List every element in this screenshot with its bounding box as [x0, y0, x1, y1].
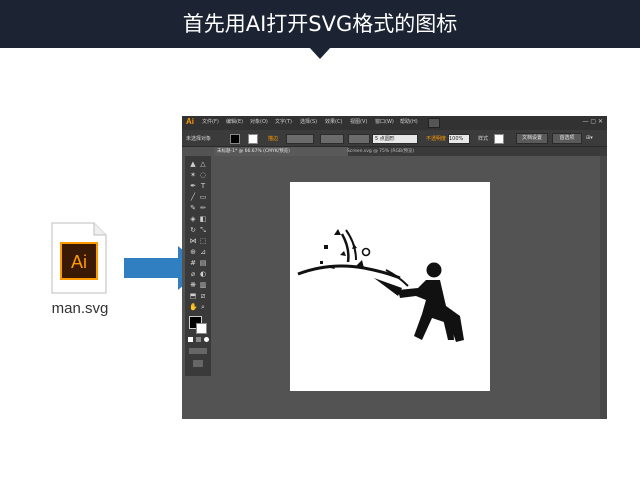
direct-selection-tool-icon[interactable]: △ — [199, 160, 207, 168]
party-popper-man-icon — [297, 229, 464, 342]
gradient-tool-icon[interactable]: ▤ — [199, 259, 207, 267]
window-controls-icon[interactable]: — ▢ ✕ — [582, 118, 603, 125]
menu-bar: Ai 文件(F) 编辑(E) 对象(O) 文字(T) 选择(S) 效果(C) 视… — [182, 116, 607, 130]
menu-select[interactable]: 选择(S) — [300, 118, 317, 125]
gradient-mode-icon[interactable] — [196, 337, 201, 342]
title-banner: 首先用AI打开SVG格式的图标 — [0, 0, 640, 48]
menu-object[interactable]: 对象(O) — [250, 118, 268, 125]
stroke-label[interactable]: 描边 — [268, 135, 278, 142]
hand-tool-icon[interactable]: ✋ — [189, 303, 198, 311]
stroke-swatch[interactable] — [248, 134, 258, 144]
graph-tool-icon[interactable]: ▥ — [199, 281, 207, 289]
paintbrush-tool-icon[interactable]: ✎ — [189, 204, 197, 212]
tab-document-1[interactable]: 未标题-1* @ 66.67% (CMYK/预览) — [214, 147, 348, 156]
menu-edit[interactable]: 编辑(E) — [226, 118, 243, 125]
tools-panel: ▲ △ ✶ ◌ ✒ T ╱ ▭ ✎ ✏ ◈ ◧ ↻ ⤡ ⋈ ⬚ ⊕ ⊿ # ▤ … — [185, 156, 211, 376]
pencil-tool-icon[interactable]: ✏ — [199, 204, 207, 212]
free-transform-tool-icon[interactable]: ⬚ — [199, 237, 207, 245]
file-icon-text: Ai — [71, 252, 87, 272]
eraser-tool-icon[interactable]: ◧ — [199, 215, 207, 223]
page-title: 首先用AI打开SVG格式的图标 — [182, 12, 458, 36]
draw-mode-icon[interactable] — [189, 348, 207, 354]
blob-brush-tool-icon[interactable]: ◈ — [189, 215, 197, 223]
stroke-color-icon[interactable] — [196, 323, 207, 334]
stroke-weight-field[interactable] — [286, 134, 314, 144]
document-setup-button[interactable]: 文档设置 — [516, 133, 548, 144]
menu-window[interactable]: 窗口(W) — [375, 118, 394, 125]
opacity-label[interactable]: 不透明度 — [426, 135, 446, 142]
menu-effect[interactable]: 效果(C) — [325, 118, 342, 125]
app-logo: Ai — [186, 117, 194, 126]
profile-dropdown[interactable] — [348, 134, 370, 144]
line-tool-icon[interactable]: ╱ — [189, 193, 197, 201]
none-mode-icon[interactable] — [204, 337, 209, 342]
tab-document-2[interactable]: Screen.svg @ 75% (RGB/预览) — [344, 147, 460, 156]
svg-file-icon[interactable]: Ai — [50, 222, 108, 294]
blend-tool-icon[interactable]: ◐ — [199, 270, 207, 278]
fill-swatch[interactable] — [230, 134, 240, 144]
rotate-tool-icon[interactable]: ↻ — [189, 226, 197, 234]
menu-view[interactable]: 视图(V) — [350, 118, 367, 125]
illustrator-window: Ai 文件(F) 编辑(E) 对象(O) 文字(T) 选择(S) 效果(C) 视… — [182, 116, 607, 419]
perspective-grid-tool-icon[interactable]: ⊿ — [199, 248, 207, 256]
vertical-scrollbar[interactable] — [600, 156, 607, 419]
mesh-tool-icon[interactable]: # — [189, 259, 197, 267]
document-tabs: 未标题-1* @ 66.67% (CMYK/预览) Screen.svg @ 7… — [214, 147, 607, 156]
color-mode-icon[interactable] — [188, 337, 193, 342]
selection-tool-icon[interactable]: ▲ — [189, 160, 197, 168]
symbol-sprayer-tool-icon[interactable]: ❋ — [189, 281, 197, 289]
lasso-tool-icon[interactable]: ◌ — [199, 171, 207, 179]
type-tool-icon[interactable]: T — [199, 182, 207, 190]
style-label: 样式 — [478, 136, 489, 142]
brush-dropdown[interactable]: 5 点圆形 — [372, 134, 418, 144]
artboard-tool-icon[interactable]: ⬒ — [189, 292, 197, 300]
banner-pointer — [309, 47, 331, 59]
selection-status: 未选择对象 — [186, 136, 212, 142]
width-tool-icon[interactable]: ⋈ — [189, 237, 197, 245]
shape-builder-tool-icon[interactable]: ⊕ — [189, 248, 197, 256]
style-swatch[interactable] — [494, 134, 504, 144]
menu-help[interactable]: 帮助(H) — [400, 118, 418, 125]
preferences-button[interactable]: 首选项 — [552, 133, 582, 144]
artboard[interactable] — [290, 182, 490, 391]
variable-width-dropdown[interactable] — [320, 134, 344, 144]
slice-tool-icon[interactable]: ⧄ — [199, 292, 207, 300]
pen-tool-icon[interactable]: ✒ — [189, 182, 197, 190]
file-name-label: man.svg — [51, 300, 109, 317]
menu-file[interactable]: 文件(F) — [202, 118, 219, 125]
scale-tool-icon[interactable]: ⤡ — [199, 226, 207, 234]
opacity-field[interactable]: 100% — [448, 134, 470, 144]
menu-type[interactable]: 文字(T) — [275, 118, 292, 125]
magic-wand-tool-icon[interactable]: ✶ — [189, 171, 197, 179]
control-bar: 未选择对象 描边 5 点圆形 不透明度 100% 样式 文档设置 首选项 ⊞▾ — [182, 130, 607, 147]
arrange-docs-icon[interactable]: ⊞▾ — [586, 135, 593, 141]
screen-mode-icon[interactable] — [193, 360, 203, 367]
bridge-button[interactable] — [428, 118, 440, 128]
rectangle-tool-icon[interactable]: ▭ — [199, 193, 207, 201]
eyedropper-tool-icon[interactable]: ⌀ — [189, 270, 197, 278]
zoom-tool-icon[interactable]: ⌕ — [199, 303, 207, 311]
